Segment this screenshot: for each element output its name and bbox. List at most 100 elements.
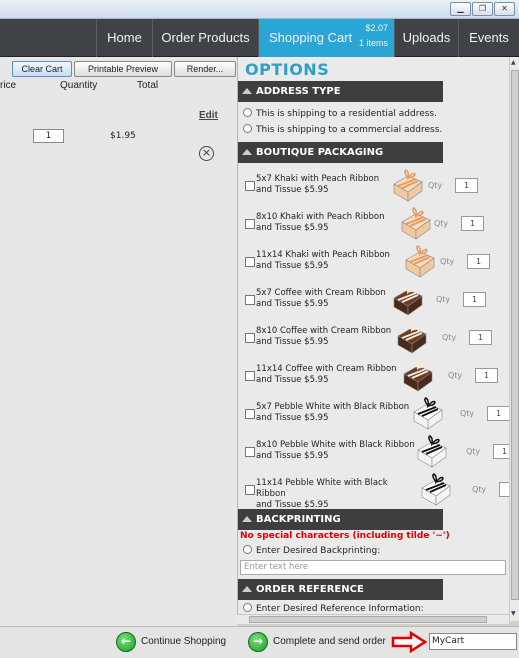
coffee-box-icon — [393, 283, 423, 316]
radio-circle-icon — [243, 545, 252, 554]
close-icon[interactable]: ✕ — [494, 2, 515, 16]
edit-link[interactable]: Edit — [199, 110, 218, 121]
backprinting-warning: No special characters (including tilde '… — [240, 531, 450, 541]
nav-cart-price: $2.07 — [365, 23, 388, 33]
horizontal-scroll-thumb[interactable] — [249, 616, 487, 623]
nav-cart-label: Shopping Cart — [269, 30, 353, 45]
scroll-down-icon[interactable]: ▼ — [511, 610, 516, 617]
continue-shopping-icon[interactable]: ← — [116, 632, 136, 652]
packaging-option-row: 11x14 Khaki with Peach Ribbon and Tissue … — [238, 244, 509, 282]
packaging-checkbox[interactable] — [245, 257, 255, 267]
nav-shopping-cart[interactable]: Shopping Cart $2.07 1 items — [258, 19, 394, 57]
packaging-option-row: 8x10 Coffee with Cream Ribbon and Tissue … — [238, 320, 509, 358]
packaging-checkbox[interactable] — [245, 485, 255, 495]
packaging-option-row: 11x14 Coffee with Cream Ribbon and Tissue… — [238, 358, 509, 396]
radio-residential[interactable]: This is shipping to a residential addres… — [243, 108, 437, 120]
packaging-option-label: 11x14 Pebble White with Black Ribbon and … — [256, 478, 416, 511]
horizontal-scrollbar[interactable] — [237, 614, 509, 624]
qty-input[interactable]: 1 — [493, 444, 509, 459]
printable-preview-button[interactable]: Printable Preview — [74, 61, 172, 77]
radio-backprinting[interactable]: Enter Desired Backprinting: — [243, 545, 380, 557]
packaging-option-name: 11x14 Pebble White with Black Ribbon — [256, 478, 388, 499]
clear-cart-button[interactable]: Clear Cart — [12, 61, 72, 77]
khaki-box-icon — [405, 245, 435, 278]
vertical-scrollbar[interactable]: ▲ ▼ — [509, 57, 519, 621]
qty-input[interactable]: 1 — [455, 178, 478, 193]
packaging-option-name: 11x14 Khaki with Peach Ribbon — [256, 250, 390, 260]
bottom-action-bar: ← Continue Shopping → Complete and send … — [0, 626, 519, 658]
nav-uploads[interactable]: Uploads — [394, 19, 458, 57]
khaki-box-icon — [401, 207, 431, 240]
packaging-option-row: 5x7 Coffee with Cream Ribbon and Tissue $… — [238, 282, 509, 320]
qty-label: Qty — [440, 257, 455, 266]
packaging-option-price: and Tissue $5.95 — [256, 223, 329, 233]
packaging-checkbox[interactable] — [245, 371, 255, 381]
remove-item-icon[interactable]: × — [199, 146, 214, 161]
packaging-option-label: 8x10 Khaki with Peach Ribbon and Tissue $… — [256, 212, 416, 234]
qty-input[interactable]: 1 — [467, 254, 490, 269]
qty-label: Qty — [442, 333, 457, 342]
section-address-type[interactable]: ADDRESS TYPE — [238, 81, 443, 102]
cart-pane: Clear Cart Printable Preview Render... r… — [0, 57, 237, 626]
red-arrow-icon — [391, 631, 427, 653]
packaging-option-label: 5x7 Pebble White with Black Ribbon and Ti… — [256, 402, 416, 424]
qty-label: Qty — [434, 219, 449, 228]
main-navbar: Home Order Products Shopping Cart $2.07 … — [0, 19, 519, 57]
packaging-checkbox[interactable] — [245, 447, 255, 457]
packaging-checkbox[interactable] — [245, 295, 255, 305]
scroll-up-icon[interactable]: ▲ — [511, 59, 516, 66]
cart-name-input[interactable]: MyCart — [429, 633, 517, 650]
coffee-box-icon — [397, 321, 427, 354]
qty-input[interactable]: 1 — [461, 216, 484, 231]
radio-circle-icon — [243, 108, 252, 117]
qty-input[interactable]: 1 — [475, 368, 498, 383]
cart-row-total: $1.95 — [110, 131, 136, 141]
vertical-scroll-thumb[interactable] — [511, 70, 519, 600]
packaging-option-name: 5x7 Pebble White with Black Ribbon — [256, 402, 410, 412]
window-controls: ▁ ❐ ✕ — [450, 2, 515, 16]
qty-input[interactable]: 1 — [499, 482, 509, 497]
packaging-option-row: 5x7 Khaki with Peach Ribbon and Tissue $5… — [238, 168, 509, 206]
options-pane: OPTIONS ADDRESS TYPE This is shipping to… — [237, 57, 509, 621]
packaging-option-name: 11x14 Coffee with Cream Ribbon — [256, 364, 397, 374]
cart-quantity-input[interactable]: 1 — [33, 129, 64, 143]
render-button[interactable]: Render... — [174, 61, 236, 77]
section-order-reference[interactable]: ORDER REFERENCE — [238, 579, 443, 600]
qty-label: Qty — [466, 447, 481, 456]
restore-icon[interactable]: ❐ — [472, 2, 493, 16]
complete-send-order-button[interactable]: Complete and send order — [273, 636, 386, 647]
khaki-box-icon — [393, 169, 423, 202]
qty-label: Qty — [460, 409, 475, 418]
packaging-option-name: 8x10 Coffee with Cream Ribbon — [256, 326, 392, 336]
packaging-option-row: 5x7 Pebble White with Black Ribbon and Ti… — [238, 396, 509, 434]
section-backprinting[interactable]: BACKPRINTING — [238, 509, 443, 530]
radio-commercial[interactable]: This is shipping to a commercial address… — [243, 124, 442, 136]
qty-input[interactable]: 1 — [463, 292, 486, 307]
minimize-icon[interactable]: ▁ — [450, 2, 471, 16]
column-header-total: Total — [137, 80, 159, 91]
white-box-icon — [413, 397, 443, 430]
nav-events[interactable]: Events — [458, 19, 519, 57]
backprinting-input[interactable]: Enter text here — [240, 560, 506, 575]
packaging-option-label: 8x10 Coffee with Cream Ribbon and Tissue … — [256, 326, 416, 348]
packaging-option-price: and Tissue $5.95 — [256, 261, 329, 271]
radio-backprinting-label: Enter Desired Backprinting: — [256, 546, 381, 556]
continue-shopping-button[interactable]: Continue Shopping — [141, 636, 226, 647]
column-header-price: rice — [0, 80, 17, 91]
section-boutique-packaging[interactable]: BOUTIQUE PACKAGING — [238, 142, 443, 163]
packaging-option-label: 11x14 Coffee with Cream Ribbon and Tissue… — [256, 364, 416, 386]
radio-circle-icon — [243, 603, 252, 612]
nav-order-products[interactable]: Order Products — [152, 19, 258, 57]
packaging-checkbox[interactable] — [245, 409, 255, 419]
complete-order-icon[interactable]: → — [248, 632, 268, 652]
qty-input[interactable]: 1 — [487, 406, 509, 421]
qty-input[interactable]: 1 — [469, 330, 492, 345]
packaging-checkbox[interactable] — [245, 219, 255, 229]
nav-cart-items: 1 items — [358, 38, 388, 48]
qty-label: Qty — [472, 485, 487, 494]
packaging-checkbox[interactable] — [245, 181, 255, 191]
window-title-bar: ▁ ❐ ✕ — [0, 0, 519, 19]
nav-home[interactable]: Home — [96, 19, 152, 57]
packaging-option-row: 11x14 Pebble White with Black Ribbon and … — [238, 472, 509, 510]
packaging-checkbox[interactable] — [245, 333, 255, 343]
